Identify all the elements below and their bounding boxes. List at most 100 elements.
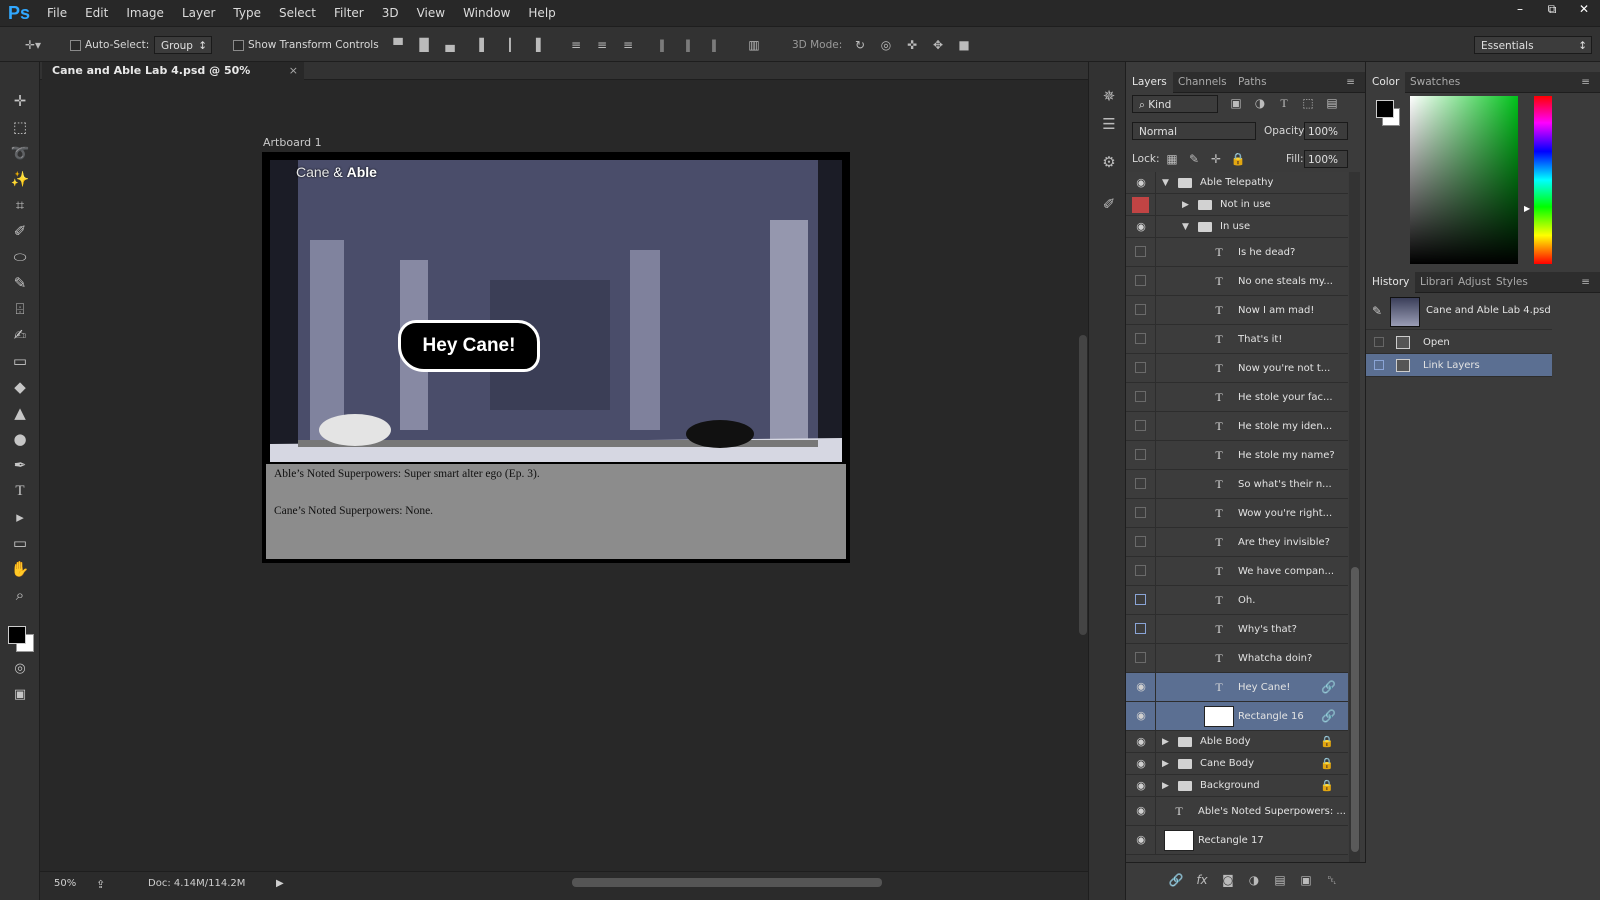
move-tool-icon[interactable]: ✛ bbox=[8, 90, 32, 112]
hand-tool-icon[interactable]: ✋ bbox=[8, 558, 32, 580]
filter-pixel-icon[interactable]: ▣ bbox=[1228, 96, 1244, 110]
auto-select-check-box[interactable] bbox=[70, 39, 81, 51]
layers-scroll-thumb[interactable] bbox=[1351, 567, 1359, 852]
opacity-input[interactable]: 100% bbox=[1304, 122, 1348, 140]
layer-row[interactable]: T We have compan... bbox=[1126, 557, 1348, 586]
layer-row[interactable]: T Oh. bbox=[1126, 586, 1348, 615]
blend-mode-dropdown[interactable]: Normal bbox=[1132, 122, 1256, 140]
canvas-horizontal-scroll-thumb[interactable] bbox=[572, 878, 882, 887]
tab-layers[interactable]: Layers bbox=[1126, 72, 1173, 93]
zoom-level[interactable]: 50% bbox=[54, 878, 76, 889]
3d-panel-icon[interactable]: ✵ bbox=[1099, 86, 1119, 106]
layer-visibility-toggle[interactable] bbox=[1126, 470, 1156, 498]
layer-row[interactable]: T That's it! bbox=[1126, 325, 1348, 354]
layer-row[interactable]: T Wow you're right... bbox=[1126, 499, 1348, 528]
menu-file[interactable]: File bbox=[38, 0, 76, 26]
canvas-vertical-scroll-thumb[interactable] bbox=[1079, 335, 1087, 635]
pen-tool-icon[interactable]: ✒ bbox=[8, 454, 32, 476]
path-selection-tool-icon[interactable]: ▸ bbox=[8, 506, 32, 528]
menu-help[interactable]: Help bbox=[519, 0, 564, 26]
layer-row[interactable]: T So what's their n... bbox=[1126, 470, 1348, 499]
menu-type[interactable]: Type bbox=[224, 0, 270, 26]
layer-visibility-toggle[interactable] bbox=[1126, 267, 1156, 295]
brush-presets-icon[interactable]: ✐ bbox=[1099, 194, 1119, 214]
show-transform-check-box[interactable] bbox=[233, 39, 244, 51]
layer-visibility-toggle[interactable]: ◉ bbox=[1126, 673, 1156, 701]
new-layer-icon[interactable]: ▣ bbox=[1298, 873, 1314, 887]
menu-edit[interactable]: Edit bbox=[76, 0, 117, 26]
align-left-icon[interactable]: ▌ bbox=[476, 38, 492, 52]
auto-select-checkbox[interactable]: Auto-Select: bbox=[70, 36, 149, 54]
new-group-icon[interactable]: ▤ bbox=[1272, 873, 1288, 887]
layer-row[interactable]: T He stole your fac... bbox=[1126, 383, 1348, 412]
filter-smart-object-icon[interactable]: ▤ bbox=[1324, 96, 1340, 110]
distribute-hcenter-icon[interactable]: ‖ bbox=[680, 38, 696, 52]
history-snapshot[interactable]: ✎ Cane and Able Lab 4.psd bbox=[1366, 294, 1552, 330]
tab-paths[interactable]: Paths bbox=[1232, 72, 1273, 93]
history-brush-tool-icon[interactable]: ✍ bbox=[8, 324, 32, 346]
move-tool-preset-icon[interactable]: ✛▾ bbox=[22, 38, 44, 52]
layer-row[interactable]: ◉ ▶ Able Body 🔒 bbox=[1126, 731, 1348, 753]
color-fg-swatch[interactable] bbox=[1376, 100, 1394, 118]
layer-row[interactable]: T No one steals my... bbox=[1126, 267, 1348, 296]
lock-pixels-icon[interactable]: ✎ bbox=[1186, 152, 1202, 166]
minimize-button[interactable]: – bbox=[1504, 0, 1536, 18]
layer-visibility-toggle[interactable]: ◉ bbox=[1126, 702, 1156, 730]
layer-row[interactable]: T Are they invisible? bbox=[1126, 528, 1348, 557]
layer-visibility-toggle[interactable] bbox=[1126, 412, 1156, 440]
speech-bubble[interactable]: Hey Cane! bbox=[398, 320, 540, 372]
layer-row[interactable]: ◉ ▶ Background 🔒 bbox=[1126, 775, 1348, 797]
layer-row[interactable]: T Now I am mad! bbox=[1126, 296, 1348, 325]
layer-row[interactable]: ▶ Not in use bbox=[1126, 194, 1348, 216]
menu-image[interactable]: Image bbox=[117, 0, 173, 26]
layer-row[interactable]: T He stole my iden... bbox=[1126, 412, 1348, 441]
layer-visibility-toggle[interactable] bbox=[1126, 354, 1156, 382]
lock-all-icon[interactable]: 🔒 bbox=[1230, 152, 1246, 166]
history-source-box[interactable] bbox=[1374, 337, 1384, 347]
3d-drag-icon[interactable]: ✜ bbox=[904, 38, 920, 52]
history-panel-menu-icon[interactable]: ≡ bbox=[1575, 272, 1596, 293]
canvas-area[interactable]: Artboard 1 Cane & Able Hey Cane! Able’s … bbox=[40, 80, 1072, 871]
tab-styles[interactable]: Styles bbox=[1490, 272, 1534, 293]
history-state[interactable]: Open bbox=[1366, 331, 1552, 354]
restore-button[interactable]: ⧉ bbox=[1536, 0, 1568, 18]
new-adjustment-icon[interactable]: ◑ bbox=[1246, 873, 1262, 887]
tab-history[interactable]: History bbox=[1366, 272, 1416, 293]
tab-swatches[interactable]: Swatches bbox=[1404, 72, 1466, 93]
layer-row[interactable]: T Now you're not t... bbox=[1126, 354, 1348, 383]
align-hcenter-icon[interactable]: ┃ bbox=[502, 38, 518, 52]
add-mask-icon[interactable]: ◙ bbox=[1220, 873, 1236, 887]
status-menu-arrow-icon[interactable]: ▶ bbox=[276, 878, 284, 889]
lasso-tool-icon[interactable]: ➰ bbox=[8, 142, 32, 164]
history-state[interactable]: Link Layers bbox=[1366, 354, 1552, 377]
menu-filter[interactable]: Filter bbox=[325, 0, 373, 26]
artboard-label[interactable]: Artboard 1 bbox=[263, 136, 322, 149]
align-right-icon[interactable]: ▐ bbox=[528, 38, 544, 52]
layer-row[interactable]: ◉ T Hey Cane! 🔗 bbox=[1126, 673, 1348, 702]
layer-row[interactable]: ◉ T Able's Noted Superpowers: ... bbox=[1126, 797, 1348, 826]
layer-visibility-toggle[interactable] bbox=[1126, 296, 1156, 324]
marquee-tool-icon[interactable]: ⬚ bbox=[8, 116, 32, 138]
eraser-tool-icon[interactable]: ▭ bbox=[8, 350, 32, 372]
layer-row[interactable]: ◉ ▼ In use bbox=[1126, 216, 1348, 238]
layer-visibility-toggle[interactable]: ◉ bbox=[1126, 753, 1156, 774]
layer-visibility-toggle[interactable] bbox=[1126, 499, 1156, 527]
crop-tool-icon[interactable]: ⌗ bbox=[8, 194, 32, 216]
layer-row[interactable]: ◉ ▶ Cane Body 🔒 bbox=[1126, 753, 1348, 775]
layer-visibility-toggle[interactable] bbox=[1126, 528, 1156, 556]
tab-close-icon[interactable]: × bbox=[289, 62, 298, 80]
layers-scrollbar[interactable] bbox=[1349, 172, 1360, 862]
layer-visibility-toggle[interactable] bbox=[1126, 194, 1156, 215]
close-button[interactable]: ✕ bbox=[1568, 0, 1600, 18]
layer-visibility-toggle[interactable] bbox=[1126, 644, 1156, 672]
blur-tool-icon[interactable]: ▲ bbox=[8, 402, 32, 424]
layer-visibility-toggle[interactable] bbox=[1126, 557, 1156, 585]
artboard[interactable]: Cane & Able Hey Cane! Able’s Noted Super… bbox=[262, 152, 850, 563]
document-tab[interactable]: Cane and Able Lab 4.psd @ 50% (RGB/8#) *… bbox=[42, 62, 304, 95]
link-layers-icon[interactable]: 🔗 bbox=[1168, 873, 1184, 887]
layer-visibility-toggle[interactable] bbox=[1126, 238, 1156, 266]
layer-visibility-toggle[interactable] bbox=[1126, 325, 1156, 353]
add-style-icon[interactable]: fx bbox=[1194, 873, 1210, 887]
dodge-tool-icon[interactable]: ● bbox=[8, 428, 32, 450]
3d-rotate-icon[interactable]: ↻ bbox=[852, 38, 868, 52]
